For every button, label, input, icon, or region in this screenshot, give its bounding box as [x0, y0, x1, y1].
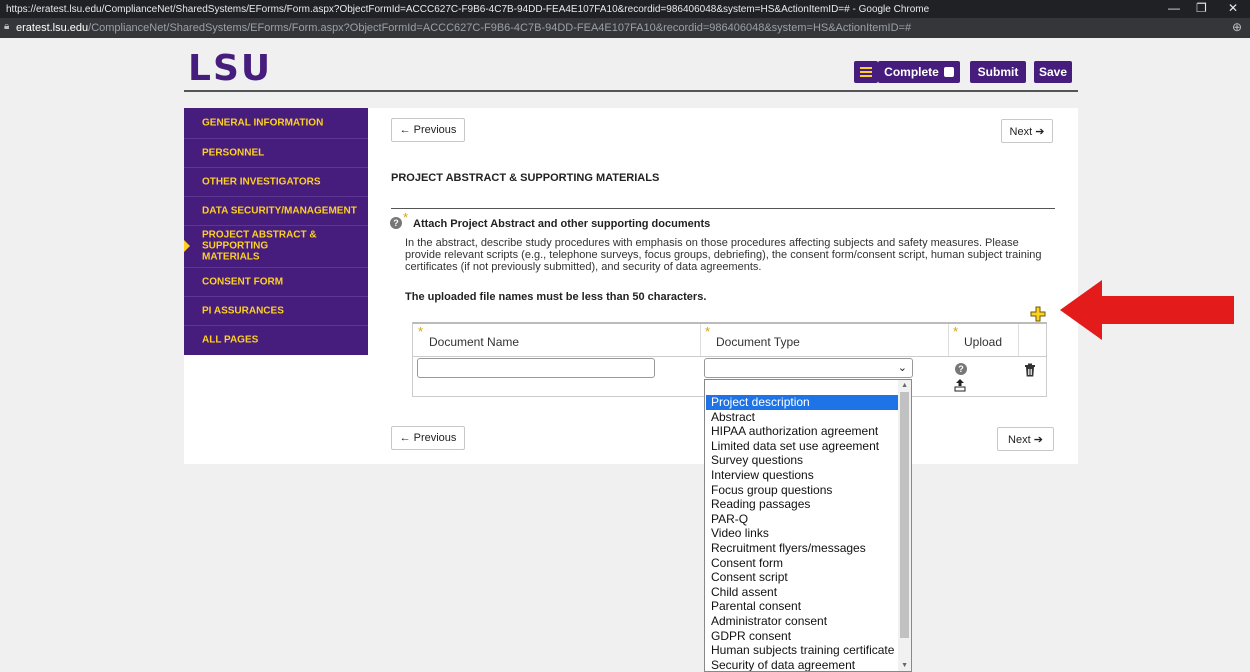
attach-label: Attach Project Abstract and other suppor… [413, 218, 711, 230]
document-type-dropdown[interactable]: Project description Abstract HIPAA authori… [704, 379, 912, 672]
dropdown-option[interactable]: Reading passages [706, 497, 899, 512]
scroll-up-icon[interactable]: ▲ [901, 382, 908, 389]
scroll-down-icon[interactable]: ▼ [901, 662, 908, 669]
lsu-logo: LSU [188, 48, 272, 86]
upload-help-icon[interactable]: ? [955, 363, 967, 375]
submit-button[interactable]: Submit [970, 61, 1026, 83]
next-button-bottom[interactable]: Next ➔ [997, 427, 1054, 451]
previous-button-bottom[interactable]: ← Previous [391, 426, 465, 450]
header-divider [184, 90, 1078, 92]
dropdown-option[interactable]: PAR-Q [706, 512, 899, 527]
next-button-top[interactable]: Next ➔ [1001, 119, 1053, 143]
zoom-icon[interactable]: ⊕ [1232, 20, 1242, 34]
filename-warning: The uploaded file names must be less tha… [405, 291, 707, 303]
menu-button[interactable] [854, 61, 878, 83]
document-name-input[interactable] [417, 358, 655, 378]
dropdown-option[interactable]: Human subjects training certificate [706, 643, 899, 658]
sidebar: GENERAL INFORMATION PERSONNEL OTHER INVE… [184, 108, 368, 355]
trash-icon[interactable] [1024, 363, 1036, 377]
header-row-divider [413, 356, 1046, 357]
sidebar-item-consent-form[interactable]: CONSENT FORM [184, 267, 368, 297]
dropdown-scrollbar[interactable]: ▲ ▼ [898, 380, 911, 671]
document-type-select[interactable]: ⌄ [704, 358, 913, 378]
dropdown-options: Project description Abstract HIPAA authori… [706, 395, 899, 671]
red-arrow-annotation [1060, 280, 1234, 340]
previous-button-top[interactable]: ← Previous [391, 118, 465, 142]
dropdown-option[interactable]: Parental consent [706, 599, 899, 614]
sidebar-item-project-abstract[interactable]: PROJECT ABSTRACT & SUPPORTING MATERIALS [184, 225, 368, 268]
col-header-document-name: * Document Name [413, 324, 701, 356]
close-icon[interactable]: ✕ [1228, 1, 1238, 15]
dropdown-option[interactable]: Child assent [706, 585, 899, 600]
dropdown-option[interactable]: Limited data set use agreement [706, 439, 899, 454]
dropdown-option[interactable]: Administrator consent [706, 614, 899, 629]
complete-label: Complete [884, 65, 939, 79]
required-star: * [403, 210, 409, 225]
required-star: * [953, 324, 959, 339]
upload-icon[interactable] [953, 378, 967, 392]
col-header-document-type: * Document Type [700, 324, 949, 356]
add-row-icon[interactable] [1030, 306, 1046, 322]
window-title: https://eratest.lsu.edu/ComplianceNet/Sh… [6, 4, 930, 15]
save-button[interactable]: Save [1034, 61, 1072, 83]
browser-title-bar: https://eratest.lsu.edu/ComplianceNet/Sh… [0, 0, 1250, 18]
sidebar-item-pi-assurances[interactable]: PI ASSURANCES [184, 296, 368, 326]
complete-checkbox[interactable] [943, 67, 954, 77]
dropdown-option[interactable]: Consent script [706, 570, 899, 585]
sidebar-item-general-information[interactable]: GENERAL INFORMATION [184, 108, 368, 139]
required-star: * [705, 324, 711, 339]
dropdown-option[interactable]: Project description [706, 395, 899, 410]
url-text[interactable]: eratest.lsu.edu/ComplianceNet/SharedSyst… [16, 22, 911, 34]
url-host: eratest.lsu.edu [16, 22, 89, 34]
complete-button[interactable]: Complete [878, 61, 960, 83]
section-title: PROJECT ABSTRACT & SUPPORTING MATERIALS [391, 172, 660, 184]
sidebar-item-personnel[interactable]: PERSONNEL [184, 138, 368, 168]
minimize-icon[interactable]: — [1168, 1, 1180, 15]
url-path: /ComplianceNet/SharedSystems/EForms/Form… [88, 22, 912, 34]
dropdown-option[interactable]: Security of data agreement [706, 658, 899, 671]
restore-icon[interactable]: ❐ [1196, 1, 1207, 15]
sidebar-item-data-security[interactable]: DATA SECURITY/MANAGEMENT [184, 196, 368, 226]
address-bar[interactable]: 🔒︎ eratest.lsu.edu/ComplianceNet/SharedS… [0, 18, 1250, 38]
help-icon[interactable]: ? [390, 217, 402, 229]
dropdown-option[interactable]: GDPR consent [706, 629, 899, 644]
dropdown-option[interactable]: Abstract [706, 410, 899, 425]
dropdown-option[interactable]: Recruitment flyers/messages [706, 541, 899, 556]
section-divider [391, 208, 1055, 209]
col-header-upload: * Upload [948, 324, 1019, 356]
dropdown-option[interactable]: Focus group questions [706, 483, 899, 498]
dropdown-option[interactable]: Interview questions [706, 468, 899, 483]
logo-text: LSU [188, 48, 272, 86]
dropdown-option[interactable]: Consent form [706, 556, 899, 571]
required-star: * [418, 324, 424, 339]
dropdown-option[interactable]: Video links [706, 526, 899, 541]
lock-icon: 🔒︎ [4, 21, 10, 32]
sidebar-item-other-investigators[interactable]: OTHER INVESTIGATORS [184, 167, 368, 197]
chevron-down-icon: ⌄ [897, 362, 907, 374]
instructions-text: In the abstract, describe study procedur… [405, 237, 1042, 273]
scrollbar-thumb[interactable] [900, 392, 909, 638]
dropdown-option[interactable]: Survey questions [706, 453, 899, 468]
hamburger-icon [860, 65, 872, 79]
sidebar-item-all-pages[interactable]: ALL PAGES [184, 325, 368, 354]
dropdown-option[interactable]: HIPAA authorization agreement [706, 424, 899, 439]
